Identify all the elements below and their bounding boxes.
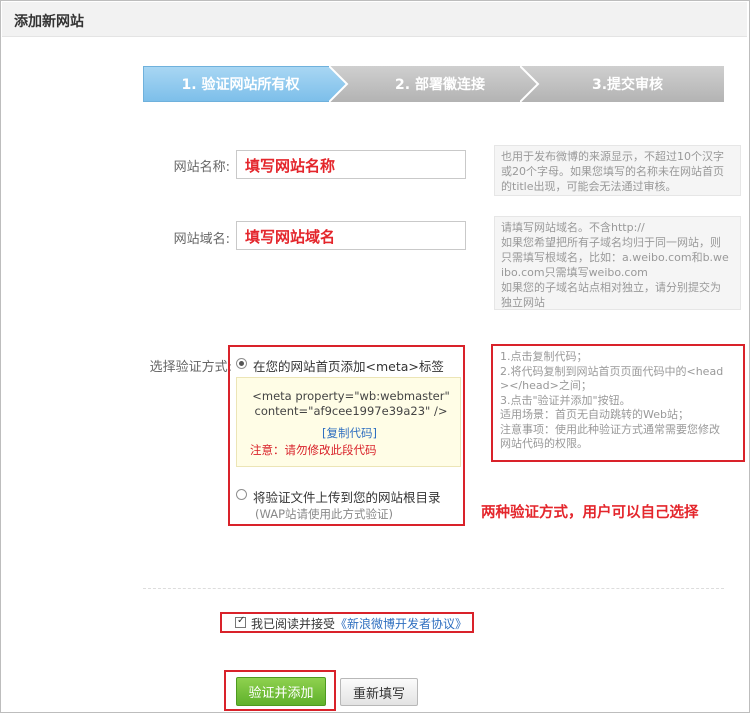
option-meta-label[interactable]: 在您的网站首页添加<meta>标签: [253, 356, 444, 375]
site-domain-value: 填写网站域名: [245, 228, 336, 246]
help-line: 独立网站: [501, 296, 545, 309]
agreement-text: 我已阅读并接受《新浪微博开发者协议》: [251, 615, 467, 632]
page-title: 添加新网站: [14, 14, 84, 30]
step-separator-icon: [520, 66, 540, 102]
help-line: 如果您希望把所有子域名均归于同一网站，则: [501, 236, 721, 249]
step-label: 1. 验证网站所有权: [181, 77, 300, 93]
step-deploy-link: 2. 部署徽连接: [330, 66, 540, 102]
site-domain-input[interactable]: 填写网站域名: [236, 221, 466, 250]
info-line: 注意事项：使用此种验证方式通常需要您修改: [500, 422, 720, 436]
info-line: 1.点击复制代码；: [500, 350, 588, 363]
info-line: 2.将代码复制到网站首页页面代码中的<head: [500, 364, 724, 378]
site-name-label: 网站名称:: [173, 160, 230, 175]
step-label: 2. 部署徽连接: [395, 77, 485, 93]
help-line: 只需填写根域名，比如：a.weibo.com和b.we: [501, 251, 729, 264]
meta-code-box: <meta property="wb:webmaster" content="a…: [236, 377, 461, 467]
info-line: 适用场景：首页无自动跳转的Web站；: [500, 408, 689, 421]
info-line: 3.点击"验证并添加"按钮。: [500, 393, 631, 407]
help-line: 如果您的子域名站点相对独立，请分别提交为: [501, 281, 721, 294]
step-verify-ownership: 1. 验证网站所有权: [143, 66, 348, 102]
radio-meta-option[interactable]: [236, 358, 247, 369]
site-name-value: 填写网站名称: [245, 157, 336, 175]
step-submit-review: 3.提交审核: [521, 66, 724, 102]
agreement-checkbox[interactable]: [235, 615, 246, 628]
reset-button[interactable]: 重新填写: [340, 678, 418, 706]
copy-code-link[interactable]: [复制代码]: [237, 425, 462, 441]
help-line: ibo.com只需填写weibo.com: [501, 266, 648, 279]
help-line: 请填写网站域名。不含http://: [501, 221, 645, 234]
code-warning: 注意：请勿修改此段代码: [250, 443, 377, 457]
option-file-note: (WAP站请使用此方式验证): [255, 507, 394, 521]
page-header: 添加新网站: [2, 2, 747, 37]
verify-add-button[interactable]: 验证并添加: [236, 677, 326, 706]
verify-method-label: 选择验证方式:: [149, 360, 232, 375]
radio-file-option[interactable]: [236, 489, 247, 500]
meta-code: <meta property="wb:webmaster" content="a…: [252, 389, 450, 418]
site-name-help: 也用于发布微博的来源显示，不超过10个汉字或20个字母。如果您填写的名称未在网站…: [494, 145, 741, 196]
option-file-label[interactable]: 将验证文件上传到您的网站根目录: [253, 487, 441, 506]
step-label: 3.提交审核: [591, 77, 664, 93]
site-domain-help: 请填写网站域名。不含http:// 如果您希望把所有子域名均归于同一网站，则 只…: [494, 216, 741, 310]
developer-agreement-link[interactable]: 《新浪微博开发者协议》: [335, 617, 467, 631]
info-line: 网站代码的权限。: [500, 437, 588, 450]
step-progress: 1. 验证网站所有权 2. 部署徽连接 3.提交审核: [143, 66, 724, 102]
step-separator-icon: [329, 66, 349, 102]
divider: [143, 588, 724, 589]
site-domain-label: 网站域名:: [173, 232, 230, 247]
verify-annotation: 两种验证方式，用户可以自己选择: [481, 505, 699, 521]
info-line: ></head>之间；: [500, 379, 592, 392]
agreement-label: 我已阅读并接受: [251, 617, 336, 631]
site-name-input[interactable]: 填写网站名称: [236, 150, 466, 179]
verify-info: 1.点击复制代码； 2.将代码复制到网站首页页面代码中的<head ></hea…: [500, 350, 740, 452]
